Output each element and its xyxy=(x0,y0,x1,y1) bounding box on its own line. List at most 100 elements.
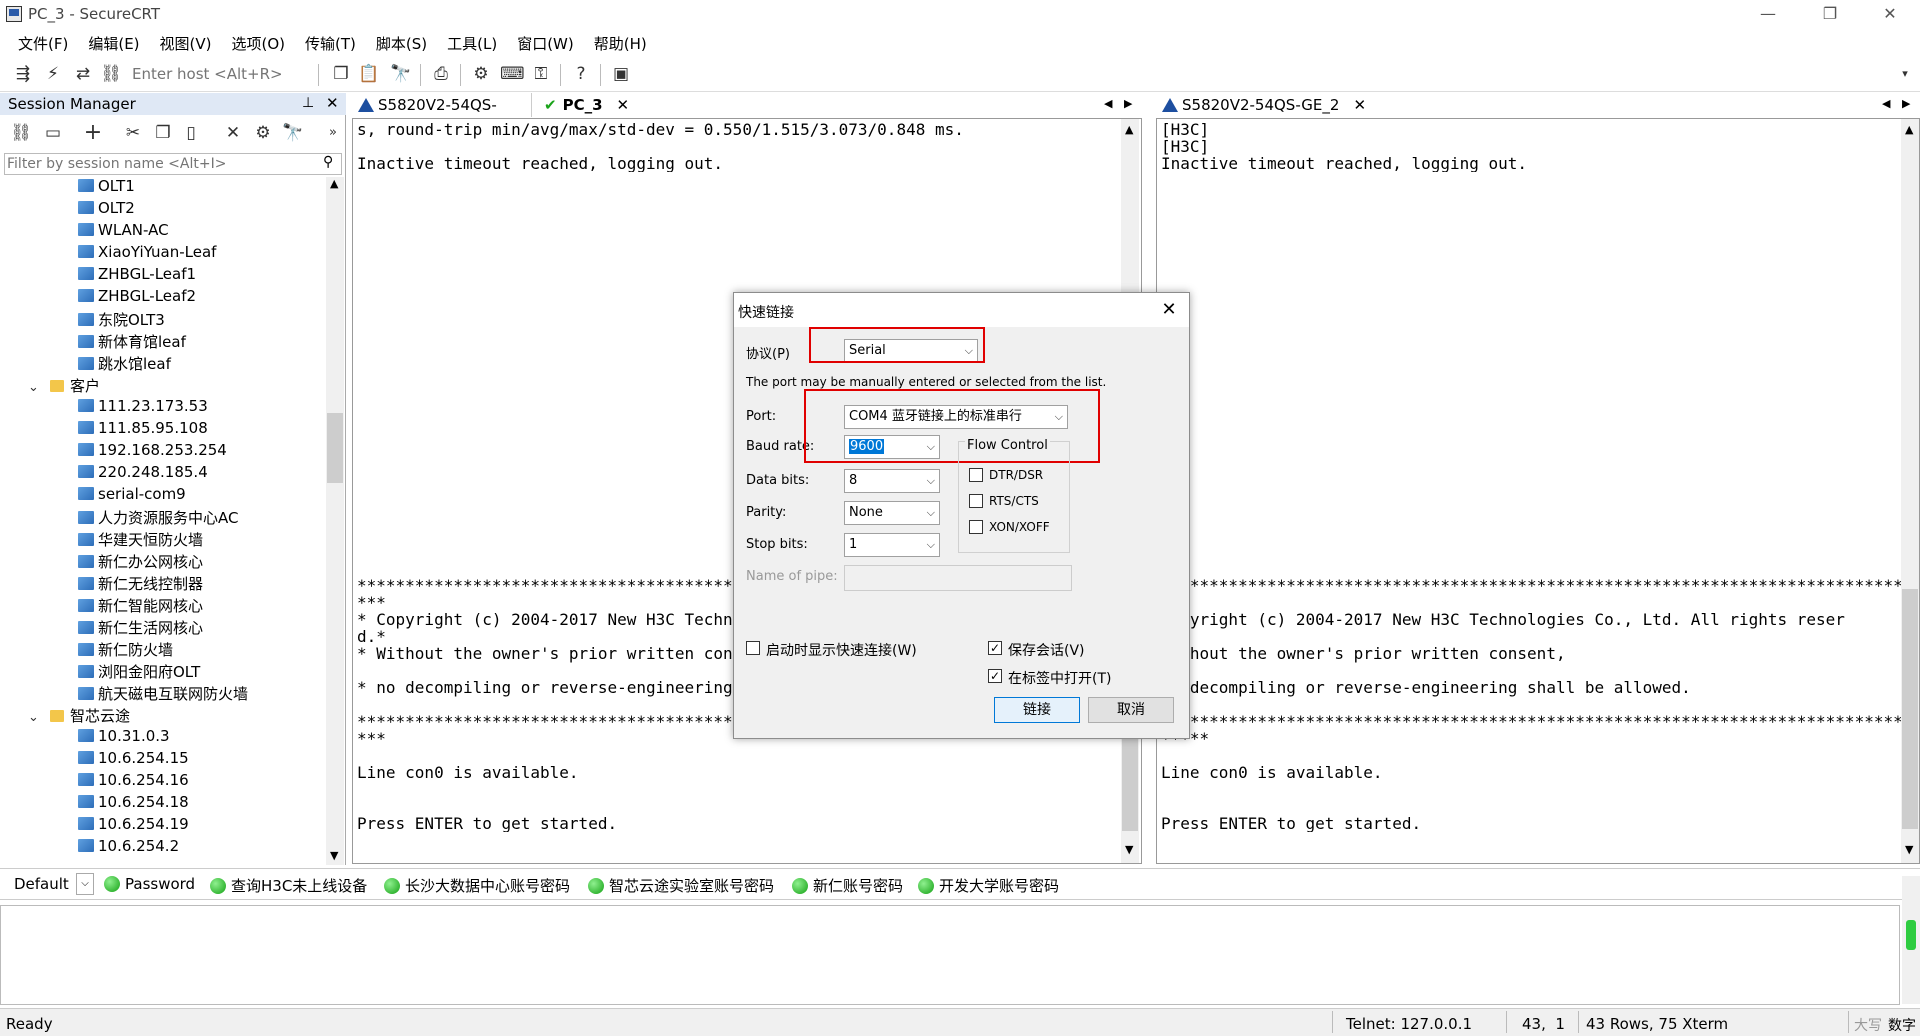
connect-button[interactable]: 链接 xyxy=(994,697,1080,723)
tree-session-item[interactable]: OLT1 xyxy=(78,177,135,199)
tree-session-item[interactable]: 浏阳金阳府OLT xyxy=(78,661,200,683)
tree-session-item[interactable]: XiaoYiYuan-Leaf xyxy=(78,243,216,265)
scroll-down-icon[interactable]: ▼ xyxy=(1905,843,1913,856)
keymap-icon[interactable]: ⌨ xyxy=(500,63,525,85)
new-tab-icon[interactable]: ▭ xyxy=(42,122,64,144)
menu-script[interactable]: 脚本(S) xyxy=(366,28,437,56)
menu-file[interactable]: 文件(F) xyxy=(0,28,78,56)
tree-session-item[interactable]: 10.6.254.15 xyxy=(78,749,189,771)
xon-xoff-checkbox[interactable] xyxy=(969,520,983,534)
minimize-button[interactable]: — xyxy=(1740,0,1796,28)
dialog-close-button[interactable]: ✕ xyxy=(1154,297,1184,323)
tree-session-item[interactable]: 新仁无线控制器 xyxy=(78,573,203,595)
tree-session-item[interactable]: 10.6.254.16 xyxy=(78,771,189,793)
copy-session-icon[interactable]: ❐ xyxy=(152,122,174,144)
more-tools-icon[interactable]: » xyxy=(322,122,344,144)
link-icon[interactable]: ⛓ xyxy=(100,63,122,85)
tree-session-item[interactable]: 192.168.253.254 xyxy=(78,441,227,463)
find-session-icon[interactable]: 🔭 xyxy=(282,122,304,144)
session-tree-scrollbar[interactable]: ▲ ▼ xyxy=(326,177,344,865)
add-session-icon[interactable]: + xyxy=(82,122,104,144)
session-filter-input[interactable] xyxy=(5,154,315,174)
bar-button-zhixin[interactable]: 智芯云途实验室账号密码 xyxy=(588,875,774,896)
scroll-down-icon[interactable]: ▼ xyxy=(1125,843,1133,856)
chevron-down-icon[interactable]: ⌄ xyxy=(28,380,42,395)
terminal-scroll-thumb[interactable] xyxy=(1122,739,1138,831)
menu-help[interactable]: 帮助(H) xyxy=(584,28,657,56)
menu-view[interactable]: 视图(V) xyxy=(150,28,222,56)
pin-icon[interactable]: ⊥ xyxy=(302,95,314,111)
tree-session-item[interactable]: OLT2 xyxy=(78,199,135,221)
save-session-checkbox[interactable]: ✓ xyxy=(988,641,1002,655)
tab-scroll-left-icon[interactable]: ◀ xyxy=(1882,97,1890,110)
tree-session-item[interactable]: 10.6.254.19 xyxy=(78,815,189,837)
tab-s5820v2-ge1[interactable]: S5820V2-54QS-GE_1 xyxy=(352,93,532,138)
cut-icon[interactable]: ✂ xyxy=(122,122,144,144)
button-bar-dropdown[interactable]: ⌵ xyxy=(76,873,94,895)
paste-icon[interactable]: 📋 xyxy=(358,63,380,85)
tab-scroll-right-icon[interactable]: ▶ xyxy=(1124,97,1132,110)
connect-icon[interactable]: ⇶ xyxy=(12,63,34,85)
bar-button-changsha[interactable]: 长沙大数据中心账号密码 xyxy=(384,875,570,896)
menu-window[interactable]: 窗口(W) xyxy=(507,28,584,56)
open-in-tab-checkbox[interactable]: ✓ xyxy=(988,669,1002,683)
search-icon[interactable]: ⚲ xyxy=(323,154,333,170)
bar-button-password[interactable]: Password xyxy=(104,875,195,893)
menu-transfer[interactable]: 传输(T) xyxy=(295,28,366,56)
settings-gear-icon[interactable]: ⚙ xyxy=(470,63,492,85)
restore-button[interactable]: ❐ xyxy=(1802,0,1858,28)
enter-host-input[interactable] xyxy=(132,62,312,86)
tree-session-item[interactable]: 新仁办公网核心 xyxy=(78,551,203,573)
scroll-up-icon[interactable]: ▲ xyxy=(1905,123,1913,136)
close-window-button[interactable]: ✕ xyxy=(1862,0,1918,28)
tree-session-item[interactable]: 111.85.95.108 xyxy=(78,419,208,441)
reconnect-icon[interactable]: ⇄ xyxy=(72,63,94,85)
toolbar-overflow-icon[interactable]: ▾ xyxy=(1894,63,1916,85)
find-icon[interactable]: 🔭 xyxy=(390,63,412,85)
chevron-down-icon[interactable]: ⌄ xyxy=(28,710,42,725)
tree-session-item[interactable]: 新仁防火墙 xyxy=(78,639,173,661)
tree-session-item[interactable]: 新体育馆leaf xyxy=(78,331,186,353)
command-window-scrollbar[interactable] xyxy=(1902,876,1920,1004)
tree-session-item[interactable]: 220.248.185.4 xyxy=(78,463,208,485)
show-on-startup-checkbox[interactable] xyxy=(746,641,760,655)
rts-cts-checkbox[interactable] xyxy=(969,494,983,508)
sftp-icon[interactable]: ▣ xyxy=(610,63,632,85)
command-window[interactable] xyxy=(0,905,1900,1005)
data-bits-select[interactable]: 8 ⌵ xyxy=(844,469,940,493)
tree-session-item[interactable]: 10.6.254.18 xyxy=(78,793,189,815)
tab-scroll-left-icon[interactable]: ◀ xyxy=(1104,97,1112,110)
help-icon[interactable]: ? xyxy=(570,63,592,85)
tree-session-item[interactable]: 东院OLT3 xyxy=(78,309,165,331)
terminal-scroll-thumb[interactable] xyxy=(1902,589,1918,829)
tree-session-item[interactable]: 人力资源服务中心AC xyxy=(78,507,238,529)
menu-options[interactable]: 选项(O) xyxy=(222,28,296,56)
bar-button-query-h3c[interactable]: 查询H3C未上线设备 xyxy=(210,875,367,896)
tree-session-item[interactable]: 新仁智能网核心 xyxy=(78,595,203,617)
tree-session-item[interactable]: 航天磁电互联网防火墙 xyxy=(78,683,248,705)
bar-button-xinren[interactable]: 新仁账号密码 xyxy=(792,875,903,896)
tree-session-item[interactable]: ZHBGL-Leaf2 xyxy=(78,287,196,309)
key-icon[interactable]: ⚿ xyxy=(530,63,552,85)
quick-connect-icon[interactable]: ⚡ xyxy=(42,63,64,85)
cancel-button[interactable]: 取消 xyxy=(1088,697,1174,723)
tree-session-item[interactable]: serial-com9 xyxy=(78,485,186,507)
properties-gear-icon[interactable]: ⚙ xyxy=(252,122,274,144)
terminal-pane-right[interactable]: [H3C] [H3C] Inactive timeout reached, lo… xyxy=(1156,118,1920,864)
menu-edit[interactable]: 编辑(E) xyxy=(78,28,149,56)
stop-bits-select[interactable]: 1 ⌵ xyxy=(844,533,940,557)
tree-session-item[interactable]: 华建天恒防火墙 xyxy=(78,529,203,551)
tree-session-item[interactable]: ZHBGL-Leaf1 xyxy=(78,265,196,287)
dtr-dsr-checkbox[interactable] xyxy=(969,468,983,482)
command-scroll-thumb[interactable] xyxy=(1906,920,1916,950)
tree-session-item[interactable]: 10.6.254.2 xyxy=(78,837,179,859)
bar-button-kaifa[interactable]: 开发大学账号密码 xyxy=(918,875,1059,896)
tree-folder[interactable]: ⌄ 客户 xyxy=(28,375,100,397)
tree-session-item[interactable]: 111.23.173.53 xyxy=(78,397,208,419)
close-tab-icon[interactable]: ✕ xyxy=(617,96,630,114)
tree-session-item[interactable]: 新仁生活网核心 xyxy=(78,617,203,639)
tree-session-item[interactable]: 跳水馆leaf xyxy=(78,353,171,375)
print-icon[interactable]: ⎙ xyxy=(430,63,452,85)
paste-session-icon[interactable]: ▯ xyxy=(180,122,202,144)
scroll-down-icon[interactable]: ▼ xyxy=(330,849,338,862)
